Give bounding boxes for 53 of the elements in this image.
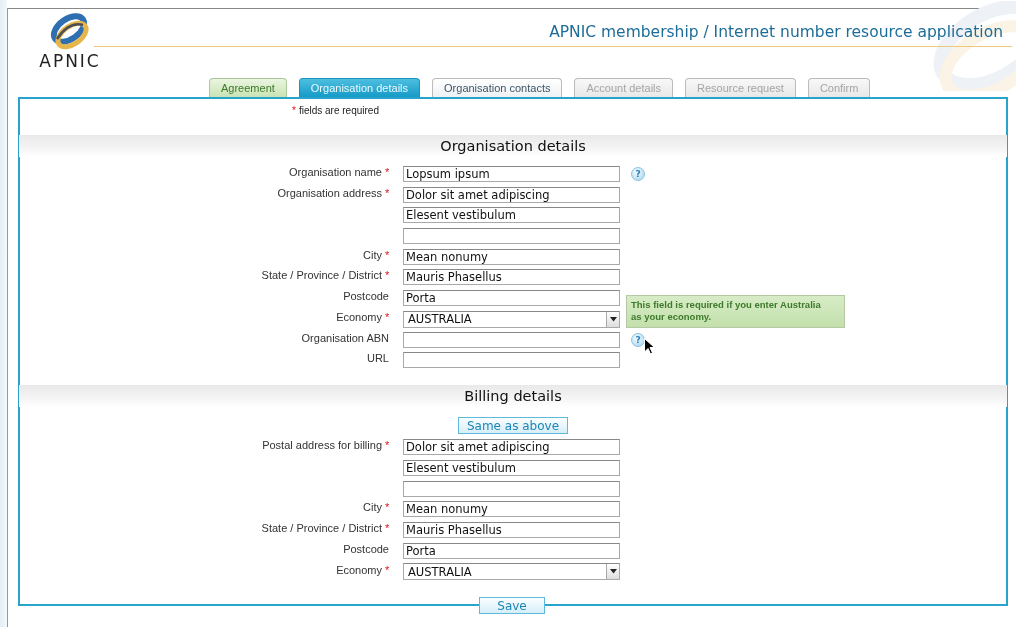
required-mark: * [385, 439, 389, 452]
save-button[interactable]: Save [479, 597, 545, 614]
input-field[interactable]: Lopsum ipsum [403, 166, 620, 182]
input-field[interactable]: Dolor sit amet adipiscing [403, 186, 620, 203]
logo-text: APNIC [39, 51, 101, 71]
field-label: City [363, 248, 382, 261]
required-mark: * [385, 248, 389, 261]
required-mark: * [385, 186, 389, 199]
field-label: State / Province / District [261, 269, 382, 282]
field-label: Organisation address [277, 186, 382, 199]
field-label: Postcode [343, 290, 389, 303]
input-field[interactable]: Elesent vestibulum [403, 459, 620, 476]
same-as-above-button[interactable]: Same as above [457, 417, 569, 435]
field-label: State / Province / District [261, 521, 382, 534]
input-field[interactable]: Mean nonumy [403, 501, 620, 518]
required-mark: * [385, 166, 389, 178]
required-mark: * [385, 563, 389, 576]
required-mark: * [385, 521, 389, 534]
input-field[interactable]: Mauris Phasellus [403, 521, 620, 538]
input-field[interactable] [403, 480, 620, 497]
input-field[interactable]: Porta [403, 290, 620, 307]
step-tab[interactable]: Agreement [209, 78, 287, 97]
required-mark: * [385, 269, 389, 282]
input-field[interactable] [403, 331, 620, 348]
section-title: Billing details [464, 388, 562, 405]
required-mark: * [385, 311, 389, 324]
input-field[interactable]: Mean nonumy [403, 248, 620, 265]
input-field[interactable]: Mauris Phasellus [403, 269, 620, 286]
required-note: * fields are required [292, 105, 379, 116]
field-label: Economy [336, 311, 382, 324]
field-label: Organisation name [289, 166, 382, 178]
select-field[interactable]: AUSTRALIA [403, 310, 620, 328]
page-title: APNIC membership / Internet number resource application [549, 23, 1003, 41]
input-field[interactable] [403, 228, 620, 245]
field-label: Economy [336, 563, 382, 576]
input-field[interactable]: Dolor sit amet adipiscing [403, 439, 620, 456]
help-icon[interactable]: ? [631, 167, 645, 181]
step-tab[interactable]: Organisation contacts [432, 78, 563, 97]
required-mark: * [385, 501, 389, 514]
input-field[interactable] [403, 352, 620, 369]
dropdown-arrow-icon [609, 569, 617, 575]
field-label: Postcode [343, 542, 389, 555]
section-title: Organisation details [440, 138, 586, 154]
field-label: Postal address for billing [262, 439, 382, 452]
select-field[interactable]: AUSTRALIA [403, 563, 620, 581]
dropdown-arrow-icon [609, 316, 617, 322]
tooltip: This field is required if you enter Australia as your economy. [626, 294, 845, 328]
input-field[interactable]: Elesent vestibulum [403, 207, 620, 224]
help-icon[interactable]: ? [631, 332, 645, 347]
input-field[interactable]: Porta [403, 542, 620, 559]
field-label: City [363, 501, 382, 514]
field-label: Organisation ABN [301, 331, 389, 344]
field-label: URL [367, 352, 389, 365]
